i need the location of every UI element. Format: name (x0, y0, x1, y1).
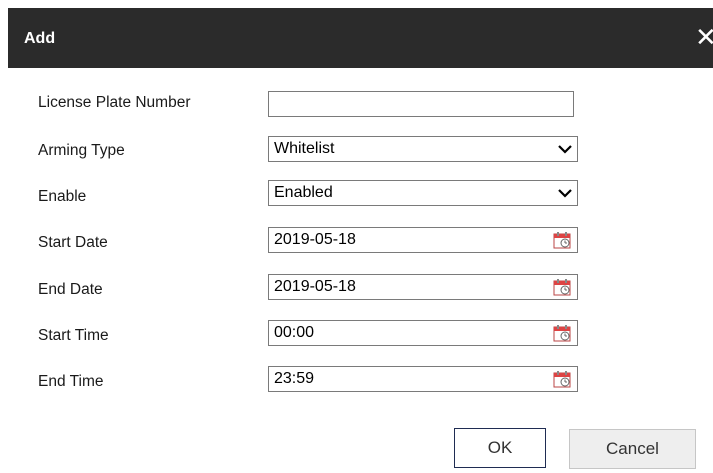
license-plate-label: License Plate Number (38, 94, 191, 111)
end-date-label: End Date (38, 281, 103, 298)
cancel-button[interactable]: Cancel (569, 429, 696, 469)
start-date-label: Start Date (38, 234, 108, 251)
close-icon[interactable]: ✕ (695, 24, 713, 52)
calendar-icon[interactable] (553, 370, 571, 388)
end-date-value: 2019-05-18 (274, 278, 356, 295)
end-date-input[interactable]: 2019-05-18 (268, 274, 578, 300)
start-date-value: 2019-05-18 (274, 231, 356, 248)
end-time-value: 23:59 (274, 370, 315, 387)
start-time-label: Start Time (38, 327, 109, 344)
arming-type-select[interactable]: Whitelist (268, 136, 578, 162)
license-plate-input[interactable] (268, 91, 574, 117)
enable-select[interactable]: Enabled (268, 180, 578, 206)
add-dialog: Add ✕ License Plate Number Arming Type W… (0, 0, 713, 473)
arming-type-value: Whitelist (274, 140, 335, 157)
ok-button[interactable]: OK (454, 428, 546, 468)
end-time-label: End Time (38, 373, 104, 390)
chevron-down-icon (558, 145, 572, 154)
enable-label: Enable (38, 188, 87, 205)
arming-type-label: Arming Type (38, 142, 125, 159)
calendar-icon[interactable] (553, 324, 571, 342)
start-time-value: 00:00 (274, 324, 315, 341)
calendar-icon[interactable] (553, 278, 571, 296)
end-time-input[interactable]: 23:59 (268, 366, 578, 392)
enable-value: Enabled (274, 184, 333, 201)
calendar-icon[interactable] (553, 231, 571, 249)
dialog-titlebar: Add ✕ (8, 8, 713, 68)
start-date-input[interactable]: 2019-05-18 (268, 227, 578, 253)
dialog-title: Add (24, 30, 56, 47)
chevron-down-icon (558, 189, 572, 198)
start-time-input[interactable]: 00:00 (268, 320, 578, 346)
